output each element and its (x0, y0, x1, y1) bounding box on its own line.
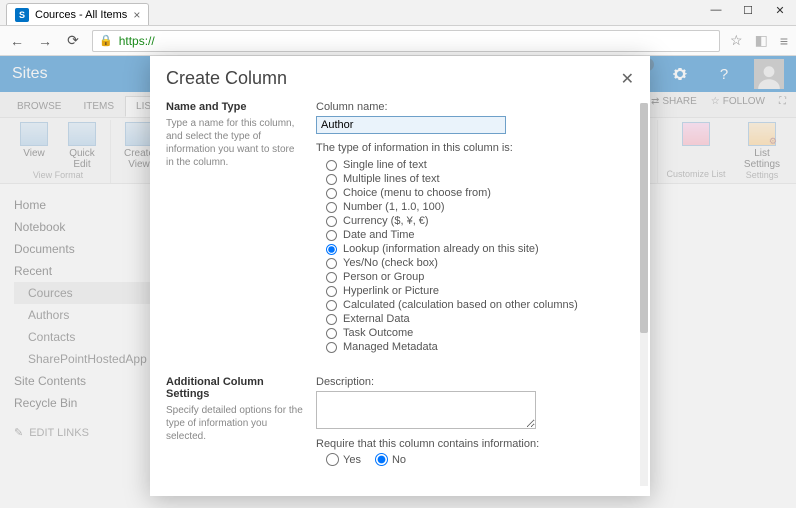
column-type-option[interactable]: Lookup (information already on this site… (326, 242, 628, 256)
column-type-radio[interactable] (326, 300, 337, 311)
column-type-option[interactable]: Yes/No (check box) (326, 256, 628, 270)
section-additional-title: Additional Column Settings (166, 376, 304, 400)
reload-button[interactable]: ⟳ (64, 32, 82, 50)
url-text: https:// (119, 34, 155, 48)
forward-button[interactable]: → (36, 32, 54, 50)
column-type-option[interactable]: Managed Metadata (326, 340, 628, 354)
browser-address-bar: ← → ⟳ 🔒 https:// ☆ ◧ ≡ (0, 26, 796, 56)
column-type-label: Yes/No (check box) (343, 257, 438, 269)
require-no-radio[interactable] (375, 453, 388, 466)
column-type-option[interactable]: Multiple lines of text (326, 172, 628, 186)
require-label: Require that this column contains inform… (316, 438, 628, 450)
create-column-dialog: Create Column ✕ Name and Type Type a nam… (150, 56, 650, 496)
section-name-type-desc: Type a name for this column, and select … (166, 117, 304, 169)
column-type-option[interactable]: Calculated (calculation based on other c… (326, 298, 628, 312)
column-name-input[interactable] (316, 116, 506, 134)
column-type-label: Person or Group (343, 271, 424, 283)
dialog-scrollbar-thumb[interactable] (640, 103, 648, 333)
column-type-label: Number (1, 1.0, 100) (343, 201, 445, 213)
column-type-label: Hyperlink or Picture (343, 285, 439, 297)
column-type-option[interactable]: External Data (326, 312, 628, 326)
column-type-label: Managed Metadata (343, 341, 438, 353)
dialog-title: Create Column (166, 68, 287, 89)
column-type-label: Task Outcome (343, 327, 413, 339)
column-type-option[interactable]: Currency ($, ¥, €) (326, 214, 628, 228)
section-name-type-title: Name and Type (166, 101, 304, 113)
column-type-radio[interactable] (326, 202, 337, 213)
column-type-radio[interactable] (326, 314, 337, 325)
require-no-label: No (392, 454, 406, 466)
column-type-radio-list: Single line of text Multiple lines of tex… (316, 158, 628, 354)
window-close-button[interactable]: ✕ (764, 0, 796, 20)
column-name-label: Column name: (316, 101, 628, 113)
column-type-radio[interactable] (326, 244, 337, 255)
column-type-radio[interactable] (326, 258, 337, 269)
require-yes-option[interactable]: Yes (326, 453, 361, 466)
extension-icon[interactable]: ◧ (755, 32, 768, 49)
browser-tab[interactable]: S Cources - All Items × (6, 3, 149, 25)
window-maximize-button[interactable]: ☐ (732, 0, 764, 20)
column-type-label: Calculated (calculation based on other c… (343, 299, 578, 311)
column-type-label: Multiple lines of text (343, 173, 440, 185)
column-type-option[interactable]: Person or Group (326, 270, 628, 284)
lock-icon: 🔒 (99, 34, 113, 47)
dialog-close-button[interactable]: ✕ (621, 69, 634, 89)
column-type-option[interactable]: Choice (menu to choose from) (326, 186, 628, 200)
column-type-radio[interactable] (326, 160, 337, 171)
sharepoint-favicon-icon: S (15, 8, 29, 22)
column-type-radio[interactable] (326, 286, 337, 297)
column-type-radio[interactable] (326, 174, 337, 185)
column-type-radio[interactable] (326, 328, 337, 339)
star-icon[interactable]: ☆ (730, 32, 743, 49)
window-minimize-button[interactable]: — (700, 0, 732, 20)
column-type-label: Date and Time (343, 229, 415, 241)
column-type-option[interactable]: Hyperlink or Picture (326, 284, 628, 298)
column-type-radio[interactable] (326, 342, 337, 353)
column-type-label: Lookup (information already on this site… (343, 243, 539, 255)
tab-close-icon[interactable]: × (133, 8, 140, 22)
menu-icon[interactable]: ≡ (780, 33, 788, 49)
require-yes-label: Yes (343, 454, 361, 466)
column-type-option[interactable]: Single line of text (326, 158, 628, 172)
back-button[interactable]: ← (8, 32, 26, 50)
column-type-label: Currency ($, ¥, €) (343, 215, 429, 227)
column-type-radio[interactable] (326, 216, 337, 227)
column-type-radio[interactable] (326, 230, 337, 241)
column-type-label: Single line of text (343, 159, 427, 171)
browser-titlebar: S Cources - All Items × — ☐ ✕ (0, 0, 796, 26)
require-yes-radio[interactable] (326, 453, 339, 466)
column-type-label: Choice (menu to choose from) (343, 187, 491, 199)
column-type-label: External Data (343, 313, 410, 325)
column-type-option[interactable]: Date and Time (326, 228, 628, 242)
section-additional-desc: Specify detailed options for the type of… (166, 404, 304, 443)
require-no-option[interactable]: No (375, 453, 406, 466)
column-type-option[interactable]: Task Outcome (326, 326, 628, 340)
column-type-label: The type of information in this column i… (316, 142, 628, 154)
description-textarea[interactable] (316, 391, 536, 429)
tab-title: Cources - All Items (35, 9, 127, 21)
column-type-radio[interactable] (326, 188, 337, 199)
column-type-radio[interactable] (326, 272, 337, 283)
url-input[interactable]: 🔒 https:// (92, 30, 720, 52)
description-label: Description: (316, 376, 628, 388)
column-type-option[interactable]: Number (1, 1.0, 100) (326, 200, 628, 214)
window-controls: — ☐ ✕ (700, 0, 796, 20)
